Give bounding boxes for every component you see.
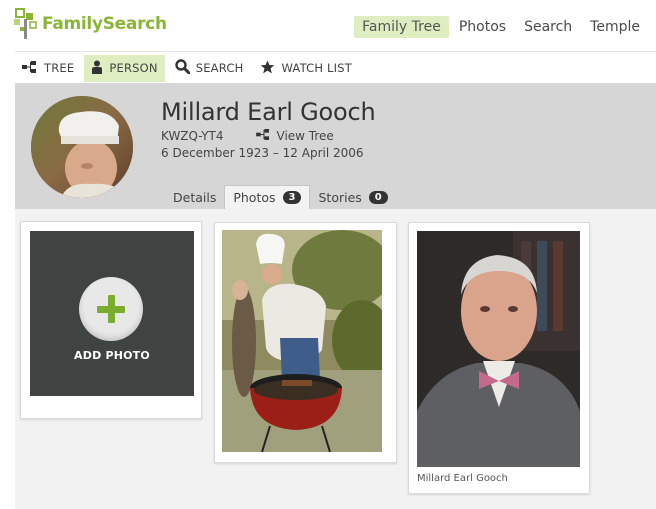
- tab-photos[interactable]: Photos 3: [224, 185, 311, 209]
- star-icon: [260, 60, 281, 77]
- person-name: Millard Earl Gooch: [161, 98, 376, 126]
- subnav-watch-list-label: WATCH LIST: [281, 61, 352, 75]
- person-id-line: KWZQ-YT4 View Tree: [161, 129, 334, 143]
- view-tree-link[interactable]: View Tree: [255, 129, 334, 143]
- familysearch-logo[interactable]: FamilySearch: [12, 4, 167, 44]
- photo-card[interactable]: Millard Earl Gooch: [408, 222, 590, 494]
- subnav-search-label: SEARCH: [195, 61, 244, 75]
- top-navigation: Family Tree Photos Search Temple: [352, 16, 648, 38]
- tab-stories[interactable]: Stories 0: [310, 186, 395, 209]
- add-photo-button[interactable]: ADD PHOTO: [30, 231, 194, 396]
- tab-photos-label: Photos: [233, 190, 276, 205]
- family-tree-logo-icon: [12, 7, 40, 41]
- topnav-family-tree[interactable]: Family Tree: [354, 16, 449, 38]
- photo-caption: Millard Earl Gooch: [417, 473, 508, 484]
- life-dates: 6 December 1923 – 12 April 2006: [161, 146, 364, 160]
- photos-count-badge: 3: [282, 191, 302, 204]
- tab-details[interactable]: Details: [165, 186, 224, 209]
- topnav-photos[interactable]: Photos: [451, 16, 514, 38]
- tab-stories-label: Stories: [318, 190, 362, 205]
- subnav-tree-label: TREE: [44, 61, 75, 75]
- subnav-person[interactable]: PERSON: [84, 54, 165, 82]
- portrait-photo: [417, 231, 580, 467]
- subnav-tree[interactable]: TREE: [15, 55, 81, 82]
- plus-icon: [79, 277, 143, 341]
- subnav-person-label: PERSON: [109, 61, 158, 75]
- brand-name: FamilySearch: [42, 14, 167, 34]
- view-tree-label: View Tree: [276, 129, 334, 143]
- top-bar: FamilySearch Family Tree Photos Search T…: [0, 0, 656, 50]
- add-photo-label: ADD PHOTO: [74, 349, 150, 362]
- photo-card[interactable]: [214, 222, 397, 463]
- topnav-temple[interactable]: Temple: [582, 16, 648, 38]
- photos-content: ADD PHOTO Millard Earl Gooch: [15, 209, 656, 509]
- add-photo-card: ADD PHOTO: [20, 221, 202, 419]
- avatar[interactable]: [31, 96, 133, 198]
- person-id: KWZQ-YT4: [161, 129, 224, 143]
- grilling-photo: [222, 230, 382, 452]
- tab-details-label: Details: [173, 190, 217, 205]
- subnav-watch-list[interactable]: WATCH LIST: [253, 55, 359, 82]
- topnav-search[interactable]: Search: [516, 16, 580, 38]
- sub-navigation: TREE PERSON SEARCH WATCH LIST: [15, 51, 656, 84]
- person-header: Millard Earl Gooch KWZQ-YT4 View Tree 6 …: [15, 83, 656, 209]
- tree-icon: [22, 60, 44, 76]
- stories-count-badge: 0: [368, 191, 388, 204]
- search-icon: [175, 59, 196, 77]
- person-icon: [91, 60, 109, 77]
- tree-icon: [255, 129, 277, 143]
- person-tabs: Details Photos 3 Stories 0: [165, 185, 396, 209]
- subnav-search[interactable]: SEARCH: [168, 55, 251, 82]
